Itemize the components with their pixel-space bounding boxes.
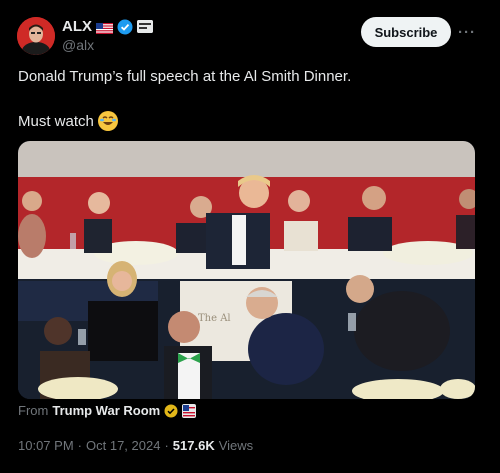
us-flag-icon (96, 21, 113, 34)
affiliation-badge-icon[interactable] (137, 20, 153, 33)
views-label: Views (218, 438, 254, 453)
post-text-line-2: Must watch (18, 111, 118, 131)
author-display-name[interactable]: ALX (62, 18, 92, 35)
more-options-icon[interactable]: ··· (458, 24, 476, 41)
video-source: From Trump War Room (18, 403, 197, 418)
source-prefix: From (18, 403, 49, 418)
affiliation-flag-icon (182, 403, 197, 418)
avatar[interactable] (17, 17, 55, 55)
post-meta: 10:07 PM · Oct 17, 2024 · 517.6K Views (18, 438, 253, 453)
gold-verified-badge-icon (164, 404, 178, 418)
post-text-must-watch: Must watch (18, 112, 94, 130)
subscribe-button[interactable]: Subscribe (361, 17, 451, 47)
author-handle[interactable]: @alx (62, 37, 94, 53)
source-name-link[interactable]: Trump War Room (52, 403, 160, 418)
post-time[interactable]: 10:07 PM (18, 438, 74, 453)
post-date[interactable]: Oct 17, 2024 (86, 438, 160, 453)
post: ALX @alx Subscribe ··· Donald Trump’s fu… (0, 0, 500, 473)
views-count: 517.6K (172, 438, 215, 453)
rolling-laughing-emoji-icon (97, 111, 118, 131)
video-player[interactable]: The Al (18, 141, 475, 399)
podium-text: The Al (198, 313, 231, 324)
meta-separator-2: · (164, 438, 169, 453)
author-name-row: ALX (62, 18, 153, 35)
verified-badge-icon[interactable] (117, 19, 133, 35)
meta-separator: · (77, 438, 82, 453)
post-text-line-1: Donald Trump’s full speech at the Al Smi… (18, 68, 352, 85)
